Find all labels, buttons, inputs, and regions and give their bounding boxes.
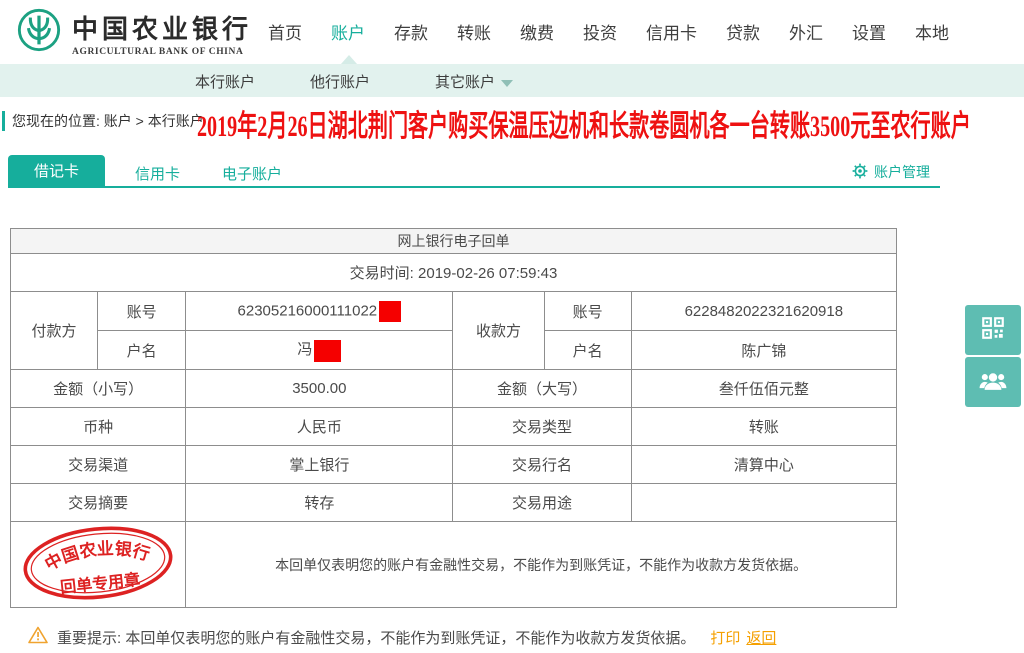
nav-item-accounts[interactable]: 账户 bbox=[331, 19, 365, 44]
account-manage-label: 账户管理 bbox=[874, 164, 930, 180]
payer-name-value-cell: 冯 bbox=[185, 330, 454, 370]
stamp-icon: 中国农业银行 回单专用章 bbox=[23, 526, 173, 599]
print-link[interactable]: 打印 bbox=[710, 630, 740, 647]
currency-label-cell: 币种 bbox=[9, 407, 187, 446]
payer-account-value-cell: 62305216000111022 bbox=[185, 291, 454, 331]
nav-item-forex[interactable]: 外汇 bbox=[789, 19, 823, 44]
chevron-down-icon bbox=[501, 79, 514, 87]
payee-role-cell: 收款方 bbox=[452, 291, 545, 370]
redaction-box bbox=[379, 300, 402, 322]
table-row: 交易渠道 掌上银行 交易行名 清算中心 bbox=[9, 445, 898, 484]
tab-debit-card[interactable]: 借记卡 bbox=[8, 155, 105, 186]
header: 中国农业银行 AGRICULTURAL BANK OF CHINA 首页 账户 … bbox=[0, 0, 1024, 64]
bank-name-cn: 中国农业银行 bbox=[72, 14, 253, 44]
subnav-item-other-accounts[interactable]: 其它账户 bbox=[435, 71, 514, 92]
nav-item-home[interactable]: 首页 bbox=[268, 19, 302, 44]
amount-upper-label-cell: 金额（大写） bbox=[452, 369, 632, 408]
customer-service-button[interactable] bbox=[965, 357, 1021, 407]
tx-type-label-cell: 交易类型 bbox=[452, 407, 632, 446]
receipt-title: 网上银行电子回单 bbox=[10, 228, 897, 254]
subnav-item-other-bank-accounts[interactable]: 他行账户 bbox=[310, 71, 370, 92]
e-receipt: 网上银行电子回单 交易时间: 2019-02-26 07:59:43 付款方 账… bbox=[9, 228, 898, 608]
disclaimer-cell: 本回单仅表明您的账户有金融性交易，不能作为到账凭证，不能作为收款方发货依据。 bbox=[185, 521, 897, 608]
gear-icon bbox=[852, 163, 868, 182]
nav-item-deposits[interactable]: 存款 bbox=[394, 19, 428, 44]
table-row: 付款方 账号 62305216000111022 收款方 账号 62284820… bbox=[9, 291, 898, 370]
qr-code-button[interactable] bbox=[965, 305, 1021, 355]
active-nav-pointer bbox=[341, 55, 357, 64]
amount-upper-value-cell: 叁仟伍佰元整 bbox=[630, 369, 898, 408]
tab-credit-card[interactable]: 信用卡 bbox=[135, 163, 180, 184]
footer-notice: 重要提示: 本回单仅表明您的账户有金融性交易，不能作为到账凭证，不能作为收款方发… bbox=[28, 626, 776, 648]
bank-stamp: 中国农业银行 回单专用章 bbox=[9, 521, 187, 608]
bank-logo[interactable]: 中国农业银行 AGRICULTURAL BANK OF CHINA bbox=[16, 7, 252, 58]
summary-value-cell: 转存 bbox=[185, 483, 454, 522]
payee-name-value-cell: 陈广锦 bbox=[630, 330, 898, 370]
table-row: 币种 人民币 交易类型 转账 bbox=[9, 407, 898, 446]
tab-e-account[interactable]: 电子账户 bbox=[222, 163, 282, 184]
footer-notice-text: 重要提示: 本回单仅表明您的账户有金融性交易，不能作为到账凭证，不能作为收款方发… bbox=[57, 629, 696, 647]
people-icon bbox=[979, 366, 1007, 399]
payer-role-cell: 付款方 bbox=[9, 291, 99, 370]
breadcrumb-accent-bar bbox=[2, 111, 5, 131]
back-link[interactable]: 返回 bbox=[746, 630, 776, 647]
bank-name-en: AGRICULTURAL BANK OF CHINA bbox=[72, 46, 244, 57]
nav-item-transfer[interactable]: 转账 bbox=[457, 19, 491, 44]
channel-value-cell: 掌上银行 bbox=[185, 445, 454, 484]
table-row: 中国农业银行 回单专用章 本回单仅表明您的账户有金融性交易，不能作为到账凭证，不… bbox=[9, 521, 897, 608]
nav-item-credit-card[interactable]: 信用卡 bbox=[646, 19, 697, 44]
qr-code-icon bbox=[980, 315, 1006, 346]
side-toolbar bbox=[965, 305, 1021, 407]
abc-logo-icon bbox=[16, 7, 62, 58]
transaction-time-label: 交易时间: bbox=[349, 265, 414, 282]
summary-label-cell: 交易摘要 bbox=[9, 483, 187, 522]
table-row: 网上银行电子回单 bbox=[10, 228, 897, 254]
nav-item-local[interactable]: 本地 bbox=[915, 19, 949, 44]
tabs-underline bbox=[8, 186, 940, 188]
payee-name-label-cell: 户名 bbox=[543, 330, 632, 370]
breadcrumb-text: 您现在的位置: 账户 > 本行账户 bbox=[12, 113, 204, 129]
nav-item-investment[interactable]: 投资 bbox=[583, 19, 617, 44]
payee-account-label-cell: 账号 bbox=[543, 291, 632, 331]
bank-name-label-cell: 交易行名 bbox=[452, 445, 632, 484]
amount-lower-value-cell: 3500.00 bbox=[185, 369, 454, 408]
tx-type-value-cell: 转账 bbox=[630, 407, 898, 446]
purpose-value-cell bbox=[630, 483, 898, 522]
subnav-bar: 本行账户 他行账户 其它账户 bbox=[0, 64, 1024, 97]
payer-name-label-cell: 户名 bbox=[97, 330, 187, 370]
nav-item-loans[interactable]: 贷款 bbox=[726, 19, 760, 44]
nav-item-payments[interactable]: 缴费 bbox=[520, 19, 554, 44]
payee-account-value-cell: 6228482022321620918 bbox=[630, 291, 898, 331]
purpose-label-cell: 交易用途 bbox=[452, 483, 632, 522]
table-row: 金额（小写） 3500.00 金额（大写） 叁仟伍佰元整 bbox=[9, 369, 898, 408]
amount-lower-label-cell: 金额（小写） bbox=[9, 369, 187, 408]
footer-links: 打印 返回 bbox=[704, 627, 776, 648]
nav-item-settings[interactable]: 设置 bbox=[852, 19, 886, 44]
table-row: 交易时间: 2019-02-26 07:59:43 bbox=[10, 253, 897, 292]
payer-account-label-cell: 账号 bbox=[97, 291, 187, 331]
account-manage-button[interactable]: 账户管理 bbox=[852, 162, 930, 182]
red-annotation-text: 2019年2月26日湖北荆门客户购买保温压边机和长款卷圆机各一台转账3500元至… bbox=[197, 110, 971, 143]
subnav-item-own-bank-accounts[interactable]: 本行账户 bbox=[195, 71, 255, 92]
bank-name-value-cell: 清算中心 bbox=[630, 445, 898, 484]
transaction-time-cell: 交易时间: 2019-02-26 07:59:43 bbox=[10, 253, 897, 292]
top-navigation: 首页 账户 存款 转账 缴费 投资 信用卡 贷款 外汇 设置 本地 bbox=[268, 0, 949, 62]
currency-value-cell: 人民币 bbox=[185, 407, 454, 446]
transaction-time-value: 2019-02-26 07:59:43 bbox=[418, 265, 558, 282]
redaction-box bbox=[314, 339, 342, 362]
table-row: 交易摘要 转存 交易用途 bbox=[9, 483, 898, 522]
channel-label-cell: 交易渠道 bbox=[9, 445, 187, 484]
breadcrumb: 您现在的位置: 账户 > 本行账户 bbox=[2, 111, 204, 131]
warning-icon bbox=[28, 626, 48, 648]
